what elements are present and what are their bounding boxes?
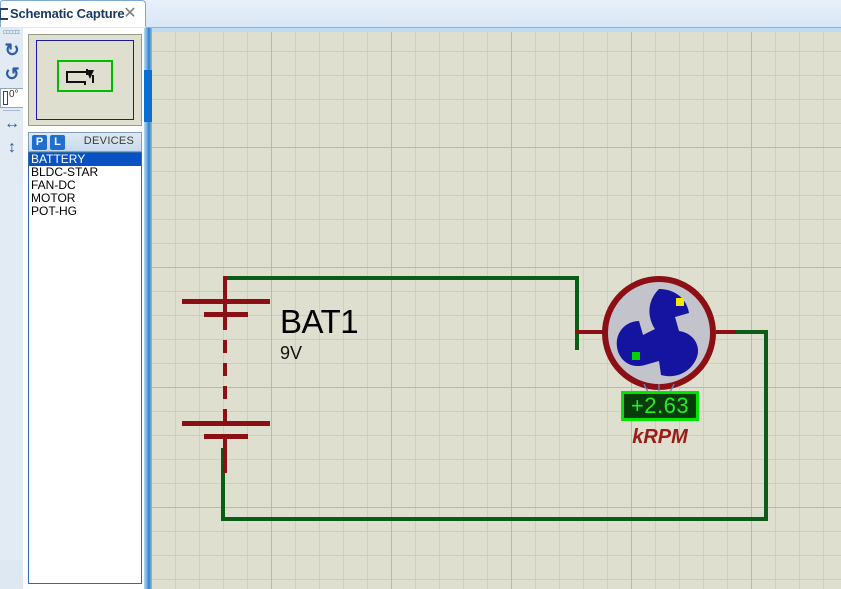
tab-schematic-capture[interactable]: Schematic Capture ✕ (0, 0, 146, 27)
schematic-tab-icon (0, 8, 8, 20)
application-window: Schematic Capture ✕ ↻ ↺ 0° ↔ ↕ P L DEVIC… (0, 0, 841, 589)
devices-list[interactable]: BATTERY BLDC-STAR FAN-DC MOTOR POT-HG (28, 152, 142, 584)
orientation-toolbar: ↻ ↺ 0° ↔ ↕ (0, 28, 24, 589)
toolbar-drag-handle[interactable] (3, 30, 20, 34)
canvas-top-edge (152, 28, 841, 32)
rotate-clockwise-icon[interactable]: ↻ (2, 38, 22, 62)
tab-strip: Schematic Capture ✕ (0, 0, 841, 29)
wire-right-vertical[interactable] (764, 330, 768, 521)
object-selector-panel: P L DEVICES BATTERY BLDC-STAR FAN-DC MOT… (23, 28, 144, 589)
devices-title: DEVICES (83, 135, 135, 147)
battery-bottom-lead (223, 439, 227, 473)
rotate-counterclockwise-icon[interactable]: ↺ (2, 62, 22, 86)
tab-label: Schematic Capture (10, 6, 125, 21)
battery-plate-long-bottom (182, 421, 270, 426)
preview-battery-symbol (66, 69, 94, 85)
motor-terminal-dot-negative (632, 352, 640, 360)
wire-bottom[interactable] (221, 517, 768, 521)
grid-major (152, 28, 841, 589)
close-icon[interactable]: ✕ (121, 5, 139, 23)
panel-splitter-scrollbar[interactable] (144, 28, 152, 589)
schematic-canvas[interactable]: BAT1 9V (152, 28, 841, 589)
battery-reference-label[interactable]: BAT1 (280, 303, 359, 341)
motor-terminal-dot-positive (676, 298, 684, 306)
battery-top-lead (223, 276, 227, 314)
wire-motor-left-drop[interactable] (575, 276, 579, 350)
wire-top[interactable] (223, 276, 579, 280)
dc-motor-symbol[interactable] (602, 276, 716, 394)
devices-header: P L DEVICES (28, 132, 142, 152)
motor-rotor-blades (616, 289, 699, 377)
scrollbar-thumb[interactable] (144, 70, 152, 122)
battery-series-dashes (223, 317, 227, 421)
rotation-angle-input[interactable]: 0° (0, 88, 24, 108)
rotation-angle-value: 0° (9, 89, 19, 100)
toolbar-bottom-filler (0, 560, 23, 589)
pick-mode-badge[interactable]: P (32, 135, 47, 150)
toolbar-divider (3, 110, 20, 111)
battery-value-label[interactable]: 9V (280, 343, 302, 364)
terminal-wire-motor-left (575, 330, 605, 334)
battery-plate-long-top (182, 299, 270, 304)
tab-strip-empty-area (146, 0, 841, 28)
terminal-wire-motor-right (716, 330, 738, 334)
component-preview (28, 34, 142, 126)
library-mode-badge[interactable]: L (50, 135, 65, 150)
rpm-unit-label: kRPM (632, 426, 688, 448)
mirror-horizontal-icon[interactable]: ↔ (2, 112, 22, 136)
text-caret (3, 91, 8, 105)
mirror-vertical-icon[interactable]: ↕ (2, 136, 22, 160)
list-item[interactable]: POT-HG (29, 205, 141, 218)
rpm-display[interactable]: +2.63 (621, 391, 699, 421)
